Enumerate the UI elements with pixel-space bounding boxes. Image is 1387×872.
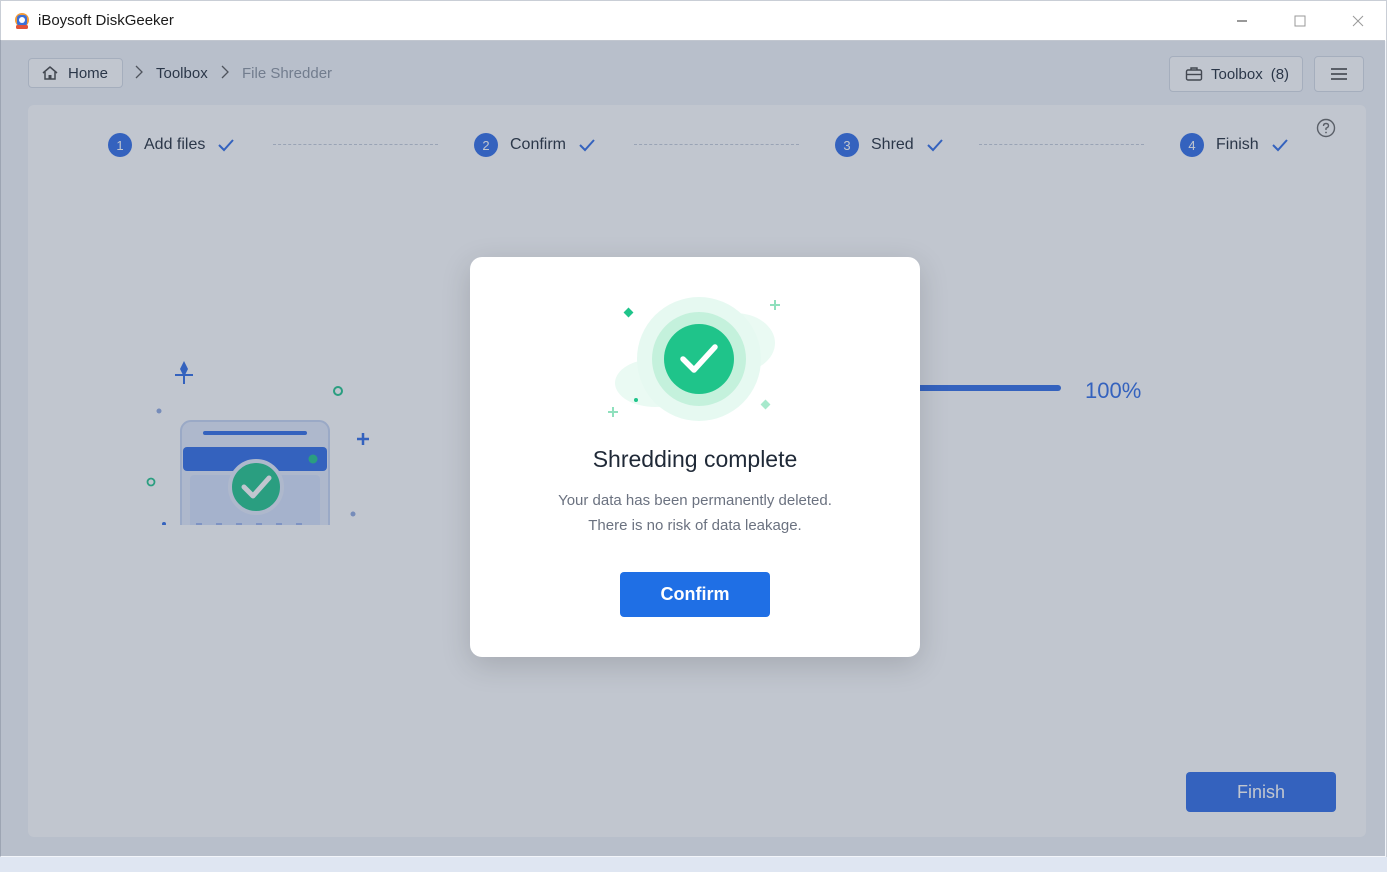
app-logo-icon [15, 13, 29, 29]
maximize-button[interactable] [1271, 1, 1329, 41]
success-check-icon [608, 297, 780, 421]
minimize-icon [1237, 20, 1247, 22]
close-icon [1352, 15, 1364, 27]
shredding-complete-dialog: Shredding complete Your data has been pe… [470, 257, 920, 657]
dialog-title: Shredding complete [592, 446, 798, 472]
close-button[interactable] [1329, 1, 1387, 41]
dialog-line-1: Your data has been permanently deleted. [558, 492, 832, 509]
minimize-button[interactable] [1213, 1, 1271, 41]
dialog-line-2: There is no risk of data leakage. [588, 517, 802, 534]
dialog-description: Your data has been permanently deleted. … [470, 488, 920, 538]
confirm-button[interactable]: Confirm [620, 572, 770, 617]
title-bar: iBoysoft DiskGeeker [1, 1, 1386, 41]
window-title: iBoysoft DiskGeeker [38, 12, 174, 29]
maximize-icon [1294, 15, 1306, 27]
